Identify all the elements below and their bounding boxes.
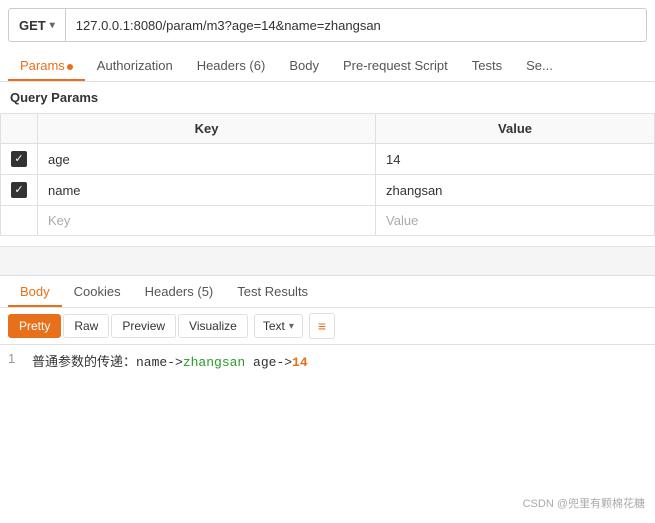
- tab-tests[interactable]: Tests: [460, 50, 514, 81]
- checkbox-cell: ✓: [11, 182, 27, 198]
- tab-test-results[interactable]: Test Results: [225, 276, 320, 307]
- key-cell-age[interactable]: age: [38, 144, 376, 175]
- col-header-value: Value: [376, 114, 655, 144]
- col-header-checkbox: [1, 114, 38, 144]
- table-row-empty: Key Value: [1, 206, 655, 236]
- checkbox-name[interactable]: ✓: [11, 182, 27, 198]
- method-chevron: ▾: [50, 20, 55, 31]
- top-tabs-bar: Params Authorization Headers (6) Body Pr…: [0, 50, 655, 82]
- watermark: CSDN @兜里有颗棉花糖: [523, 495, 645, 511]
- value-cell-name[interactable]: zhangsan: [376, 175, 655, 206]
- response-age-value: 14: [292, 355, 308, 370]
- value-cell-age[interactable]: 14: [376, 144, 655, 175]
- params-table: Key Value ✓ age 14: [0, 113, 655, 236]
- filter-icon-button[interactable]: ≡: [309, 313, 335, 339]
- format-visualize-button[interactable]: Visualize: [178, 314, 248, 338]
- key-cell-name[interactable]: name: [38, 175, 376, 206]
- value-cell-empty[interactable]: Value: [376, 206, 655, 236]
- table-row: ✓ age 14: [1, 144, 655, 175]
- line-number: 1: [8, 351, 20, 370]
- checkbox-age[interactable]: ✓: [11, 151, 27, 167]
- tab-params[interactable]: Params: [8, 50, 85, 81]
- col-header-key: Key: [38, 114, 376, 144]
- url-bar: GET ▾: [8, 8, 647, 42]
- format-pretty-button[interactable]: Pretty: [8, 314, 61, 338]
- tab-cookies[interactable]: Cookies: [62, 276, 133, 307]
- tab-settings[interactable]: Se...: [514, 50, 565, 81]
- query-params-label: Query Params: [0, 82, 655, 113]
- dropdown-chevron: ▾: [289, 321, 294, 332]
- table-row: ✓ name zhangsan: [1, 175, 655, 206]
- method-label: GET: [19, 18, 46, 33]
- response-prefix: 普通参数的传递：name->: [32, 355, 183, 370]
- key-cell-empty[interactable]: Key: [38, 206, 376, 236]
- format-preview-button[interactable]: Preview: [111, 314, 176, 338]
- divider-area: [0, 246, 655, 276]
- response-content: 普通参数的传递：name->zhangsan age->14: [32, 351, 308, 370]
- checkbox-cell: ✓: [11, 151, 27, 167]
- params-dot: [67, 64, 73, 70]
- tab-authorization[interactable]: Authorization: [85, 50, 185, 81]
- tab-body[interactable]: Body: [277, 50, 331, 81]
- bottom-tabs-bar: Body Cookies Headers (5) Test Results: [0, 276, 655, 308]
- response-body: 1 普通参数的传递：name->zhangsan age->14: [0, 345, 655, 376]
- method-selector[interactable]: GET ▾: [9, 9, 66, 41]
- format-raw-button[interactable]: Raw: [63, 314, 109, 338]
- url-input[interactable]: [66, 18, 646, 33]
- response-name-value: zhangsan: [183, 355, 245, 370]
- format-bar: Pretty Raw Preview Visualize Text ▾ ≡: [0, 308, 655, 345]
- tab-response-headers[interactable]: Headers (5): [133, 276, 226, 307]
- filter-icon: ≡: [318, 318, 326, 334]
- tab-pre-request-script[interactable]: Pre-request Script: [331, 50, 460, 81]
- tab-headers[interactable]: Headers (6): [185, 50, 278, 81]
- tab-response-body[interactable]: Body: [8, 276, 62, 307]
- format-type-dropdown[interactable]: Text ▾: [254, 314, 303, 338]
- response-age-label: age->: [245, 355, 292, 370]
